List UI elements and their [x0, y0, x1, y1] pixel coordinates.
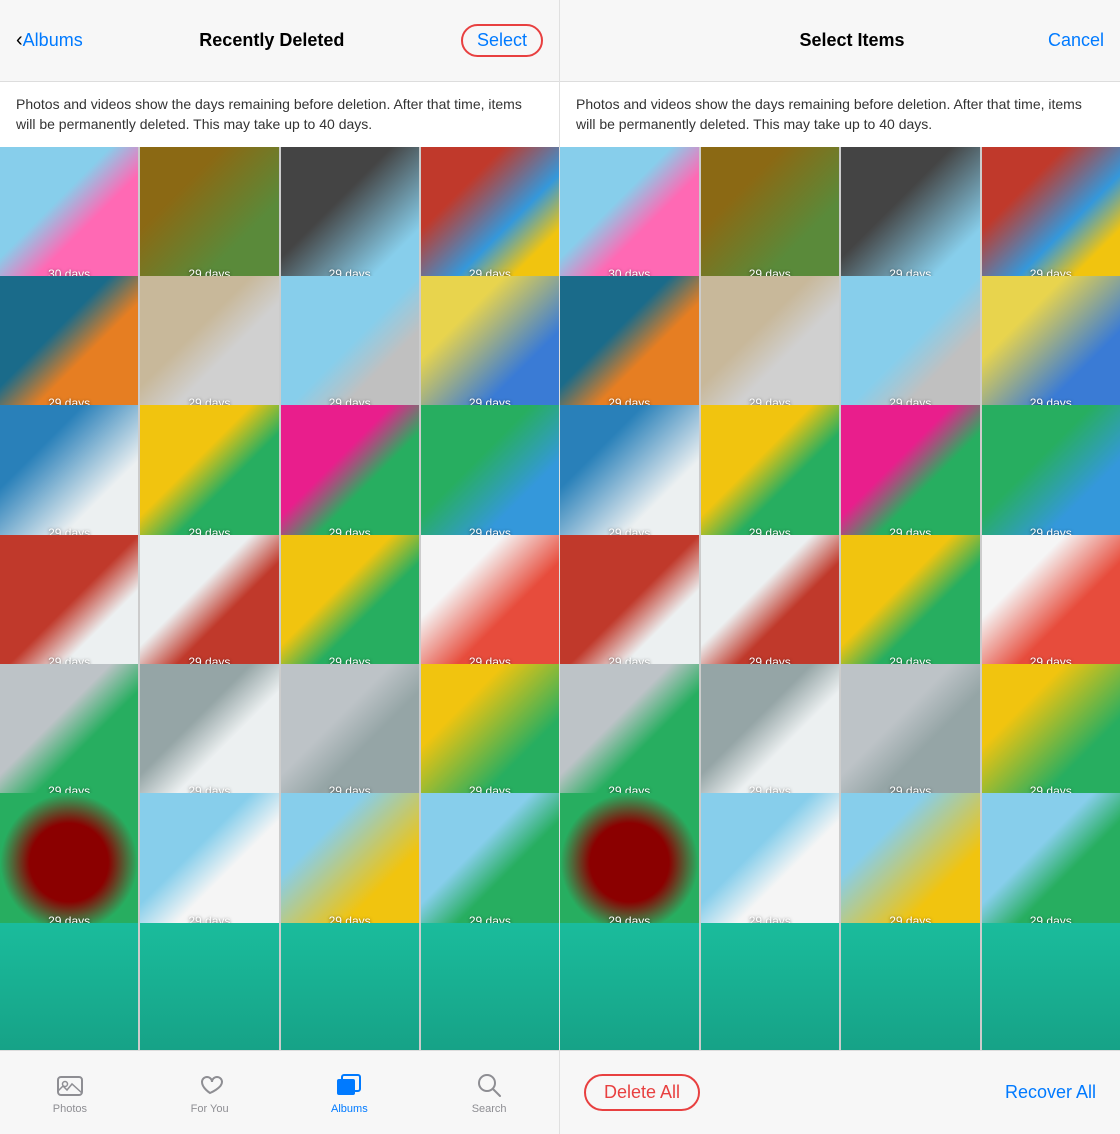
photo-cell[interactable]	[0, 923, 138, 1050]
photo-cell[interactable]	[421, 923, 559, 1050]
photos-icon	[56, 1071, 84, 1099]
photo-cell[interactable]: 29 days	[560, 276, 699, 415]
photo-cell[interactable]: 29 days	[281, 793, 419, 931]
photo-cell[interactable]: 29 days	[421, 405, 559, 543]
back-button[interactable]: ‹ Albums	[16, 29, 83, 52]
photo-cell[interactable]: 29 days	[0, 276, 138, 414]
photo-cell[interactable]: 29 days	[701, 793, 840, 932]
right-photo-grid: 30 days29 days29 days29 days29 days29 da…	[560, 147, 1120, 1050]
photo-cell[interactable]: 29 days	[982, 405, 1120, 544]
photo-cell[interactable]	[841, 923, 980, 1050]
photo-cell[interactable]: 29 days	[140, 793, 278, 931]
photo-cell[interactable]: 29 days	[841, 535, 980, 674]
recently-deleted-title: Recently Deleted	[199, 30, 344, 51]
photo-cell[interactable]: 29 days	[140, 405, 278, 543]
photo-cell[interactable]: 29 days	[421, 276, 559, 414]
photo-cell[interactable]: 29 days	[0, 793, 138, 931]
photo-cell[interactable]	[281, 923, 419, 1050]
right-bottom-bar: Delete All Recover All	[560, 1050, 1120, 1134]
right-header: Select Items Cancel	[560, 0, 1120, 82]
search-icon	[475, 1071, 503, 1099]
nav-label: Search	[472, 1103, 507, 1115]
photo-cell[interactable]: 29 days	[560, 535, 699, 674]
photo-cell[interactable]: 29 days	[841, 405, 980, 544]
photo-cell[interactable]: 29 days	[421, 664, 559, 802]
photo-cell[interactable]: 29 days	[421, 793, 559, 931]
photo-cell[interactable]: 29 days	[0, 664, 138, 802]
photo-cell[interactable]: 29 days	[560, 664, 699, 803]
photo-cell[interactable]: 29 days	[140, 276, 278, 414]
photo-cell[interactable]: 29 days	[0, 535, 138, 673]
cancel-button[interactable]: Cancel	[1048, 30, 1104, 51]
photo-cell[interactable]	[701, 923, 840, 1050]
albums-icon	[335, 1071, 363, 1099]
photo-cell[interactable]: 29 days	[560, 793, 699, 932]
photo-cell[interactable]: 29 days	[140, 147, 278, 285]
photo-cell[interactable]: 29 days	[421, 535, 559, 673]
left-photo-grid: 30 days29 days29 days29 days29 days29 da…	[0, 147, 559, 1050]
photo-cell[interactable]: 29 days	[140, 664, 278, 802]
photo-cell[interactable]: 29 days	[421, 147, 559, 285]
nav-label: For You	[191, 1103, 229, 1115]
select-items-title: Select Items	[799, 30, 904, 51]
photo-cell[interactable]: 29 days	[982, 147, 1120, 286]
photo-cell[interactable]: 29 days	[701, 405, 840, 544]
nav-item-albums[interactable]: Albums	[319, 1071, 379, 1115]
photo-cell[interactable]: 29 days	[841, 793, 980, 932]
photo-cell[interactable]: 29 days	[982, 664, 1120, 803]
left-bottom-nav: Photos For You Albums Search	[0, 1050, 559, 1134]
left-header: ‹ Albums Recently Deleted Select	[0, 0, 559, 82]
photo-cell[interactable]: 29 days	[281, 147, 419, 285]
select-button[interactable]: Select	[461, 24, 543, 57]
photo-cell[interactable]: 29 days	[841, 276, 980, 415]
foryou-icon	[196, 1071, 224, 1099]
left-info-text: Photos and videos show the days remainin…	[0, 82, 559, 147]
photo-cell[interactable]: 29 days	[841, 664, 980, 803]
nav-item-for-you[interactable]: For You	[180, 1071, 240, 1115]
photo-cell[interactable]: 30 days	[560, 147, 699, 286]
photo-cell[interactable]: 29 days	[701, 535, 840, 674]
photo-cell[interactable]: 29 days	[701, 276, 840, 415]
photo-cell[interactable]: 29 days	[281, 405, 419, 543]
right-info-text: Photos and videos show the days remainin…	[560, 82, 1120, 147]
photo-cell[interactable]: 29 days	[841, 147, 980, 286]
photo-cell[interactable]: 29 days	[281, 276, 419, 414]
photo-cell[interactable]	[140, 923, 278, 1050]
nav-item-photos[interactable]: Photos	[40, 1071, 100, 1115]
photo-cell[interactable]: 29 days	[982, 793, 1120, 932]
nav-item-search[interactable]: Search	[459, 1071, 519, 1115]
albums-back-label[interactable]: Albums	[23, 30, 83, 51]
delete-all-button[interactable]: Delete All	[584, 1074, 700, 1111]
nav-label: Photos	[53, 1103, 87, 1115]
photo-cell[interactable]: 29 days	[281, 535, 419, 673]
nav-label: Albums	[331, 1103, 368, 1115]
photo-cell[interactable]	[982, 923, 1120, 1050]
photo-cell[interactable]: 29 days	[701, 147, 840, 286]
back-chevron-icon: ‹	[16, 29, 23, 52]
photo-cell[interactable]: 29 days	[982, 535, 1120, 674]
photo-cell[interactable]: 29 days	[0, 405, 138, 543]
photo-cell[interactable]	[560, 923, 699, 1050]
recover-all-button[interactable]: Recover All	[1005, 1082, 1096, 1103]
photo-cell[interactable]: 29 days	[560, 405, 699, 544]
photo-cell[interactable]: 30 days	[0, 147, 138, 285]
left-screen: ‹ Albums Recently Deleted Select Photos …	[0, 0, 560, 1134]
right-screen: Select Items Cancel Photos and videos sh…	[560, 0, 1120, 1134]
photo-cell[interactable]: 29 days	[140, 535, 278, 673]
photo-cell[interactable]: 29 days	[701, 664, 840, 803]
photo-cell[interactable]: 29 days	[281, 664, 419, 802]
photo-cell[interactable]: 29 days	[982, 276, 1120, 415]
